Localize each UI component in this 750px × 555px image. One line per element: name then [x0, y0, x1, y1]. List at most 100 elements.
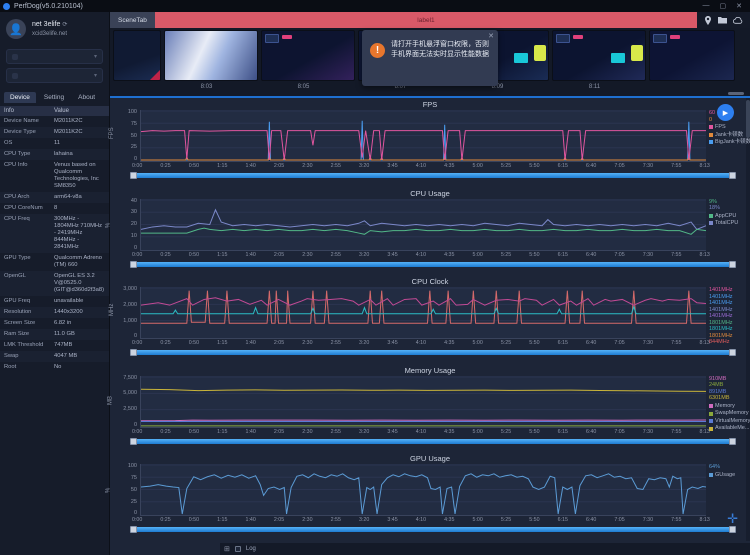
- chart-panel-cpu-usage: CPU Usage%4030201009%18%AppCPUTotalCPU0:…: [110, 187, 750, 276]
- warning-icon: !: [370, 43, 385, 58]
- series-gusage: [141, 474, 706, 514]
- slider-handle-left[interactable]: [130, 261, 137, 268]
- minimize-button[interactable]: —: [703, 2, 710, 10]
- table-row: GPU TypeQualcomm Adreno (TM) 660: [0, 253, 109, 271]
- y-axis-ticks: 403020100: [118, 199, 140, 251]
- location-icon[interactable]: [704, 16, 712, 25]
- legend-item: GUsage: [709, 472, 750, 479]
- x-axis-ticks: 0:000:250:501:151:402:052:302:553:203:45…: [132, 516, 710, 525]
- user-name: net 3elife: [32, 21, 60, 28]
- thumbnail-timestamp: 8:05: [255, 81, 352, 93]
- chart-plot: [140, 376, 706, 428]
- y-axis-ticks: 1007550250: [118, 464, 140, 516]
- table-row: Screen Size6.82 in: [0, 318, 109, 329]
- table-row: Ram Size11.0 GB: [0, 329, 109, 340]
- folder-icon[interactable]: [718, 16, 727, 24]
- grid-icon[interactable]: ⊞: [224, 545, 230, 553]
- legend-item: FPS: [709, 124, 750, 131]
- scene-topbar: SceneTab label1: [110, 12, 750, 28]
- device-icon: [12, 54, 18, 60]
- time-range-slider[interactable]: [130, 171, 736, 180]
- cloud-icon[interactable]: [733, 17, 743, 24]
- x-axis-ticks: 0:000:250:501:151:402:052:302:553:203:45…: [132, 162, 710, 171]
- current-value: 6301MB: [709, 395, 750, 402]
- table-row: CPU InfoVenus based on Qualcomm Technolo…: [0, 160, 109, 192]
- gallery-thumbnail[interactable]: [261, 30, 355, 81]
- y-axis-label: FPS: [109, 127, 115, 139]
- table-row: Device NameM2011K2C: [0, 116, 109, 127]
- table-row: Resolution1440x3200: [0, 307, 109, 318]
- chart-plot: [140, 110, 706, 162]
- slider-handle-right[interactable]: [729, 261, 736, 268]
- time-range-slider[interactable]: [130, 437, 736, 446]
- y-axis-label: MHz: [109, 304, 115, 316]
- gallery-thumbnail[interactable]: [552, 30, 646, 81]
- series-primecore: [141, 291, 706, 324]
- chart-panel-fps: FPSFPS1007550250600FPSJank卡顿数BigJank卡顿数0…: [110, 98, 750, 187]
- table-row: CPU Freq300MHz - 1804MHz 710MHz - 2419MH…: [0, 214, 109, 253]
- sidebar-tabs: DeviceSettingAbout: [0, 87, 109, 103]
- sidebar-tab-about[interactable]: About: [72, 92, 101, 103]
- chart-plot: [140, 199, 706, 251]
- slider-handle-right[interactable]: [729, 438, 736, 445]
- slider-handle-right[interactable]: [729, 172, 736, 179]
- tab-scene[interactable]: SceneTab: [110, 12, 155, 28]
- series-bigjank: [141, 121, 706, 160]
- chart-panel-gpu-usage: GPU Usage%100755025064%GUsage0:000:250:5…: [110, 452, 750, 541]
- time-range-slider[interactable]: [130, 260, 736, 269]
- y-axis-label: %: [106, 222, 112, 227]
- chart-right-column: 1401MHz1401MHz1401MHz1401MHz1401MHz1801M…: [706, 287, 750, 339]
- sidebar: 👤 net 3elife⟳ xcid3elife.net ▾ ▾ DeviceS…: [0, 12, 110, 555]
- chevron-down-icon: ▾: [94, 53, 97, 60]
- screenshot-gallery: 8:038:058:078:098:11 ! 请打开手机悬浮窗口权限，否则手机界…: [110, 28, 750, 98]
- log-checkbox[interactable]: [235, 546, 241, 552]
- gallery-thumbnail[interactable]: [113, 30, 161, 81]
- current-value: 18%: [709, 205, 750, 212]
- maximize-button[interactable]: ▢: [720, 2, 727, 10]
- time-range-slider[interactable]: [130, 348, 736, 357]
- table-row: OpenGLOpenGL ES 3.2 V@0525.0 (GIT@d360d2…: [0, 271, 109, 296]
- gallery-thumbnail[interactable]: [164, 30, 258, 81]
- series-jank: [141, 157, 706, 160]
- slider-handle-left[interactable]: [130, 526, 137, 533]
- slider-handle-left[interactable]: [130, 172, 137, 179]
- label-banner: label1: [155, 12, 697, 28]
- status-bar: ⊞ Log: [220, 543, 750, 555]
- info-column-header: Info: [0, 106, 50, 116]
- x-axis-ticks: 0:000:250:501:151:402:052:302:553:203:45…: [132, 251, 710, 260]
- play-button[interactable]: ▶: [717, 104, 734, 121]
- y-axis-ticks: 3,0002,0001,0000: [118, 287, 140, 339]
- slider-handle-left[interactable]: [130, 349, 137, 356]
- thumbnail-timestamp: 8:11: [546, 81, 643, 93]
- table-row: GPU Frequnavailable: [0, 296, 109, 307]
- current-value: 64%: [709, 464, 750, 471]
- gallery-thumbnail[interactable]: [649, 30, 735, 81]
- avatar: 👤: [6, 19, 26, 39]
- sync-icon[interactable]: ⟳: [62, 22, 67, 28]
- slider-handle-left[interactable]: [130, 438, 137, 445]
- slider-handle-right[interactable]: [729, 526, 736, 533]
- close-button[interactable]: ✕: [736, 2, 742, 10]
- y-axis-ticks: 1007550250: [118, 110, 140, 162]
- legend-item: AvailableMe...: [709, 425, 750, 432]
- app-icon: [12, 73, 18, 79]
- time-range-slider[interactable]: [130, 525, 736, 534]
- app-select[interactable]: ▾: [6, 68, 103, 83]
- table-row: CPU CoreNum8: [0, 203, 109, 214]
- chart-right-column: 9%18%AppCPUTotalCPU: [706, 199, 750, 251]
- sidebar-tab-device[interactable]: Device: [4, 92, 36, 103]
- legend-item: Jank卡顿数: [709, 132, 750, 139]
- gallery-scrollbar[interactable]: [728, 92, 744, 95]
- y-axis-ticks: 7,5005,0002,5000: [118, 376, 140, 428]
- table-row: CPU Archarm64-v8a: [0, 192, 109, 203]
- permission-notice: ! 请打开手机悬浮窗口权限，否则手机界面无法实时显示性能数据 ✕: [362, 30, 498, 86]
- series-availablememory: [141, 389, 706, 391]
- legend-item: BigJank卡顿数: [709, 139, 750, 146]
- device-select[interactable]: ▾: [6, 49, 103, 64]
- notice-close-icon[interactable]: ✕: [488, 32, 494, 40]
- table-row: Swap4047 MB: [0, 351, 109, 362]
- sidebar-tab-setting[interactable]: Setting: [38, 92, 70, 103]
- chart-plot: [140, 464, 706, 516]
- slider-handle-right[interactable]: [729, 349, 736, 356]
- table-row: CPU Typelahaina: [0, 149, 109, 160]
